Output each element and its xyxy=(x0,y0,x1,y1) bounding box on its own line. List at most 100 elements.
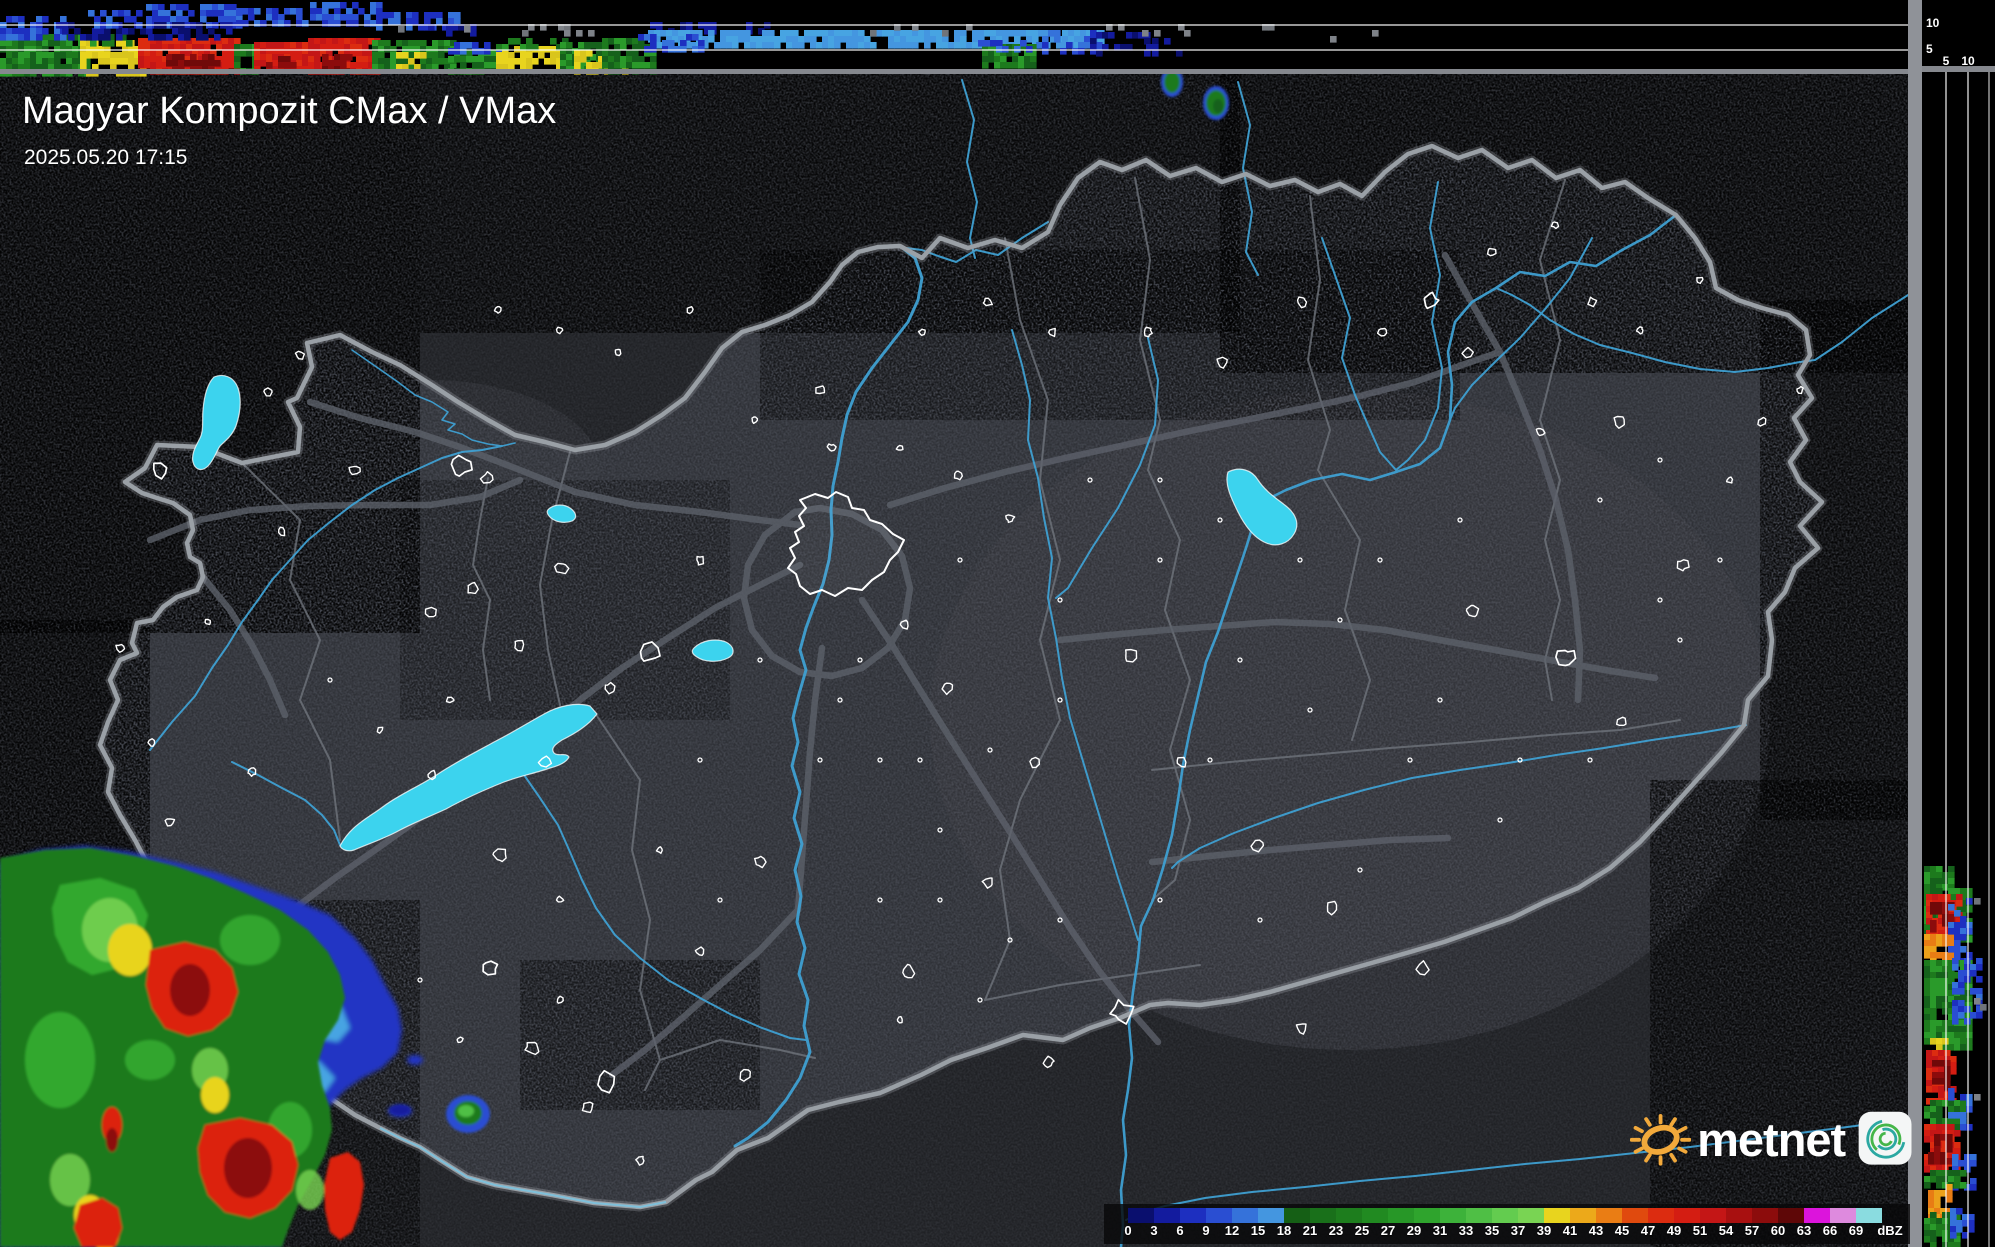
radar-cell xyxy=(6,46,13,53)
radar-cell xyxy=(620,62,627,69)
radar-cell xyxy=(454,18,461,25)
radar-cell xyxy=(444,40,451,47)
radar-cell xyxy=(30,28,37,35)
radar-cell xyxy=(1062,30,1069,37)
radar-cell xyxy=(1030,56,1037,63)
radar-cell xyxy=(384,46,391,53)
radar-cell xyxy=(608,62,615,69)
radar-cell xyxy=(1948,934,1955,941)
radar-cell xyxy=(1062,36,1069,43)
radar-cell xyxy=(6,58,13,65)
radar-cell xyxy=(150,62,157,69)
radar-cell xyxy=(124,16,131,23)
radar-cell xyxy=(236,20,243,27)
radar-cell xyxy=(1000,62,1007,69)
radar-cell xyxy=(954,42,961,49)
radar-cell xyxy=(1042,36,1049,43)
radar-cell xyxy=(230,16,237,23)
radar-cell xyxy=(1942,940,1949,947)
radar-cell xyxy=(592,62,599,69)
radar-cell xyxy=(1970,1184,1977,1191)
radar-cell xyxy=(1954,946,1961,953)
radar-cell xyxy=(290,8,297,15)
radar-cell xyxy=(1958,1160,1965,1167)
radar-cell xyxy=(1938,1078,1945,1085)
radar-cell xyxy=(1952,988,1959,995)
radar-cell xyxy=(1012,62,1019,69)
radar-cell xyxy=(1954,1044,1961,1051)
radar-cell xyxy=(60,40,67,47)
radar-cell xyxy=(786,36,793,43)
radar-cell xyxy=(804,36,811,43)
radar-cell xyxy=(396,52,403,59)
radar-cell xyxy=(158,4,165,11)
radar-cell xyxy=(350,38,357,45)
radar-cell xyxy=(1942,1212,1949,1219)
radar-cell xyxy=(424,12,431,19)
radar-cell xyxy=(36,16,43,23)
radar-cell xyxy=(378,40,385,47)
radar-cell xyxy=(1924,1136,1931,1143)
radar-cell xyxy=(762,42,769,49)
radar-cell xyxy=(1942,1224,1949,1231)
radar-cell xyxy=(1948,1242,1955,1247)
radar-cell xyxy=(420,40,427,47)
radar-cell xyxy=(24,52,31,59)
radar-cell xyxy=(36,34,43,41)
radar-cell xyxy=(1948,904,1955,911)
radar-cell xyxy=(224,10,231,17)
radar-cell xyxy=(60,46,67,53)
radar-cell xyxy=(1074,36,1081,43)
radar-cell xyxy=(310,8,317,15)
colorbar-tick: 60 xyxy=(1771,1223,1785,1238)
radar-cell xyxy=(894,36,901,43)
radar-cell xyxy=(466,56,473,63)
radar-cell xyxy=(490,50,497,57)
radar-cell xyxy=(1942,972,1949,979)
radar-cell xyxy=(460,56,467,63)
radar-cell xyxy=(472,56,479,63)
radar-cell xyxy=(6,28,13,35)
radar-cell xyxy=(364,14,371,21)
radar-cell xyxy=(1930,1106,1937,1113)
radar-cell xyxy=(732,42,739,49)
radar-cell xyxy=(726,42,733,49)
radar-cell xyxy=(1946,1158,1953,1165)
radar-cell xyxy=(1960,1044,1967,1051)
radar-cell xyxy=(1936,934,1943,941)
radar-cell xyxy=(1930,908,1937,915)
radar-cell xyxy=(42,52,49,59)
radar-cell xyxy=(54,34,61,41)
radar-cell xyxy=(130,16,137,23)
radar-cell xyxy=(1970,1154,1977,1161)
radar-cell xyxy=(1936,1100,1943,1107)
radar-cell xyxy=(912,30,919,37)
radar-cell xyxy=(190,60,197,67)
radar-cell xyxy=(1930,972,1937,979)
radar-cell xyxy=(372,52,379,59)
radar-cell xyxy=(362,38,369,45)
radar-cell xyxy=(520,58,527,65)
radar-cell xyxy=(60,52,67,59)
radar-cell xyxy=(254,54,261,61)
radar-cell xyxy=(514,58,521,65)
radar-cell xyxy=(900,36,907,43)
radar-cell xyxy=(80,46,87,53)
radar-cell xyxy=(484,62,491,69)
radar-cell xyxy=(1942,1236,1949,1243)
radar-cell xyxy=(1066,42,1073,49)
radar-cell xyxy=(1930,1230,1937,1237)
radar-cell xyxy=(560,60,567,67)
radar-cell xyxy=(508,58,515,65)
radar-cell xyxy=(1928,1152,1935,1159)
radar-cell xyxy=(388,12,395,19)
radar-cell xyxy=(526,52,533,59)
radar-cell xyxy=(1924,990,1931,997)
radar-cell xyxy=(228,50,235,57)
radar-cell xyxy=(1948,1118,1955,1125)
radar-cell xyxy=(1936,888,1943,895)
colorbar-cell xyxy=(1414,1208,1440,1223)
radar-cell xyxy=(1936,1182,1943,1189)
radar-cell xyxy=(1002,30,1009,37)
radar-cell xyxy=(1926,1086,1933,1093)
